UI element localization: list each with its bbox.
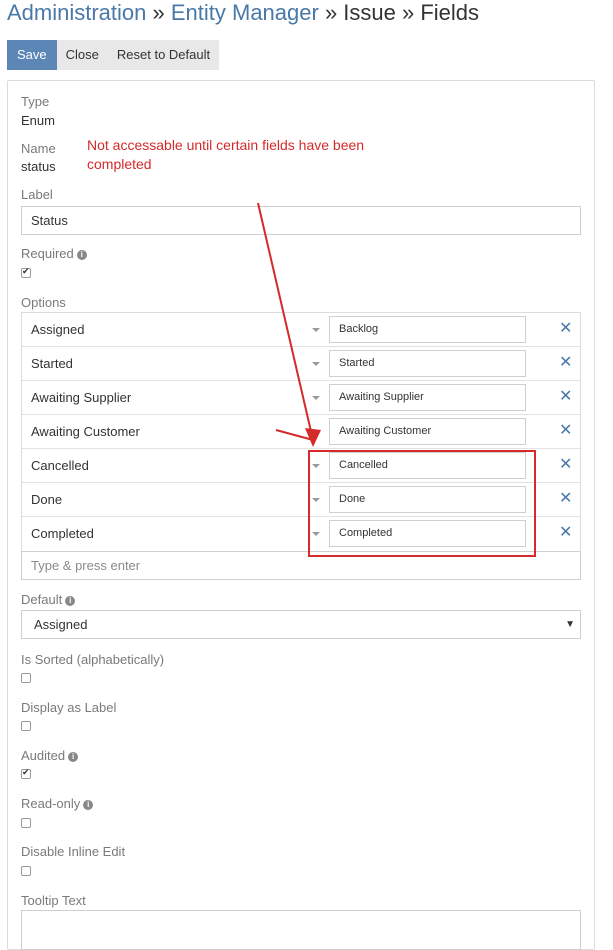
annotation-overlay xyxy=(257,202,536,557)
annotation-highlight-box xyxy=(308,450,536,557)
annotation-arrow-line xyxy=(257,202,314,441)
